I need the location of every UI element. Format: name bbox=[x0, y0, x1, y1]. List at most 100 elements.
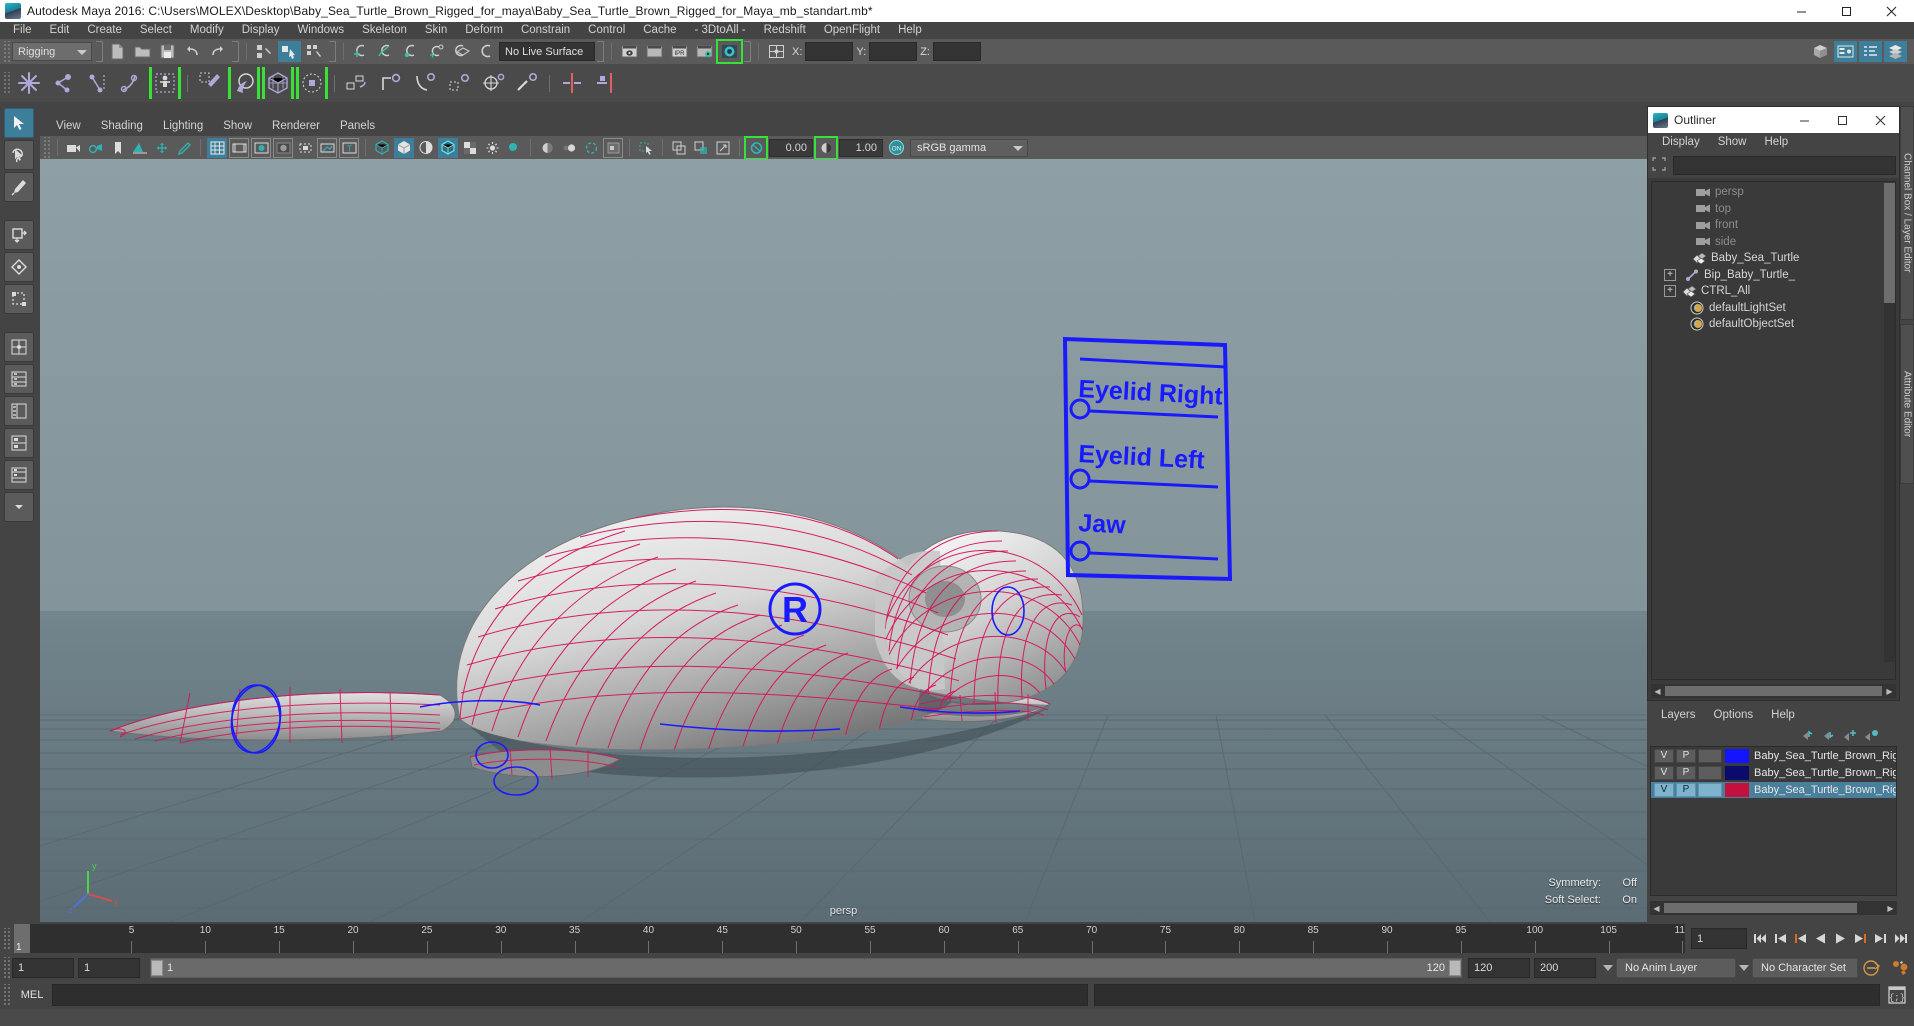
menu-file[interactable]: File bbox=[4, 22, 41, 39]
show-hide-modeling-toolkit-icon[interactable] bbox=[1809, 41, 1832, 62]
outliner-menu-help[interactable]: Help bbox=[1756, 133, 1798, 152]
outliner-item-bip-baby-turtle[interactable]: + Bip_Baby_Turtle_ bbox=[1652, 267, 1895, 284]
screen-space-ao-icon[interactable] bbox=[537, 138, 557, 158]
open-scene-icon[interactable] bbox=[131, 41, 154, 62]
layer-row[interactable]: V P Baby_Sea_Turtle_Brown_Rigge bbox=[1651, 782, 1896, 798]
exposure-reset-icon[interactable] bbox=[744, 135, 768, 160]
select-by-hierarchy-icon[interactable] bbox=[253, 41, 276, 62]
menu-set-selector[interactable]: Rigging bbox=[12, 42, 92, 61]
point-constraint-icon[interactable] bbox=[375, 67, 407, 99]
outliner-item-side[interactable]: side bbox=[1652, 234, 1895, 251]
x-coord-field[interactable] bbox=[805, 42, 854, 61]
wireframe-shading-icon[interactable] bbox=[372, 138, 392, 158]
select-camera-icon[interactable] bbox=[64, 138, 84, 158]
layer-row[interactable]: V P Baby_Sea_Turtle_Brown_Rigge bbox=[1651, 765, 1896, 781]
outliner-close-button[interactable] bbox=[1861, 107, 1899, 133]
script-editor-icon[interactable]: {;} bbox=[1884, 983, 1910, 1007]
menu-skin[interactable]: Skin bbox=[416, 22, 456, 39]
save-scene-icon[interactable] bbox=[156, 41, 179, 62]
wireframe-on-shaded-icon[interactable] bbox=[438, 137, 458, 158]
step-back-frame-icon[interactable] bbox=[1791, 928, 1810, 949]
scroll-right-icon[interactable]: ▶ bbox=[1884, 901, 1897, 915]
move-tool-button[interactable] bbox=[4, 220, 34, 250]
outliner-item-baby-sea-turtle[interactable]: Baby_Sea_Turtle bbox=[1652, 250, 1895, 267]
outliner-minimize-button[interactable] bbox=[1785, 107, 1823, 133]
smooth-bind-icon[interactable] bbox=[262, 67, 294, 99]
motion-blur-icon[interactable] bbox=[559, 138, 579, 158]
range-slider-right-handle[interactable] bbox=[1449, 960, 1461, 976]
go-to-start-icon[interactable] bbox=[1751, 928, 1770, 949]
character-set-dropdown-icon[interactable] bbox=[1736, 958, 1752, 978]
viewport-menu-lighting[interactable]: Lighting bbox=[153, 116, 213, 136]
render-settings-icon[interactable] bbox=[693, 41, 716, 62]
maximize-button[interactable] bbox=[1824, 0, 1869, 22]
close-button[interactable] bbox=[1869, 0, 1914, 22]
animation-end-field[interactable]: 200 bbox=[1534, 958, 1596, 978]
paint-skin-weights-icon[interactable] bbox=[194, 67, 226, 99]
xray-icon[interactable] bbox=[295, 138, 315, 158]
menu-modify[interactable]: Modify bbox=[181, 22, 233, 39]
playback-end-field[interactable]: 120 bbox=[1468, 958, 1530, 978]
show-hide-attribute-editor-icon[interactable] bbox=[1834, 41, 1857, 62]
live-surface-field[interactable]: No Live Surface bbox=[499, 42, 595, 61]
menu-3dtoall[interactable]: - 3DtoAll - bbox=[686, 22, 755, 39]
color-profile-select[interactable]: sRGB gamma bbox=[910, 138, 1028, 157]
viewport-menu-panels[interactable]: Panels bbox=[330, 116, 385, 136]
layout-outliner-persp-button[interactable] bbox=[4, 396, 34, 426]
menu-cache[interactable]: Cache bbox=[634, 22, 685, 39]
outliner-horizontal-scrollbar[interactable]: ◀ ▶ bbox=[1651, 684, 1896, 698]
snap-to-projected-center-icon[interactable] bbox=[425, 41, 448, 62]
layer-color-swatch[interactable] bbox=[1725, 749, 1749, 763]
two-d-pan-zoom-icon[interactable] bbox=[152, 138, 172, 158]
menu-skeleton[interactable]: Skeleton bbox=[353, 22, 416, 39]
viewport-menu-show[interactable]: Show bbox=[213, 116, 262, 136]
grease-pencil-icon[interactable] bbox=[174, 138, 194, 158]
text-overlay-icon[interactable]: T bbox=[339, 137, 359, 158]
outliner-item-default-object-set[interactable]: defaultObjectSet bbox=[1652, 316, 1895, 333]
outliner-item-persp[interactable]: persp bbox=[1652, 184, 1895, 201]
play-backwards-icon[interactable] bbox=[1811, 928, 1830, 949]
outliner-menu-display[interactable]: Display bbox=[1653, 133, 1709, 152]
gamma-reset-icon[interactable] bbox=[814, 135, 838, 160]
redo-previous-render-icon[interactable] bbox=[643, 41, 666, 62]
smooth-shade-selected-icon[interactable] bbox=[416, 138, 436, 158]
anim-layer-dropdown-icon[interactable] bbox=[1600, 958, 1616, 978]
layout-hypershade-persp-button[interactable] bbox=[4, 460, 34, 490]
layout-persp-graph-button[interactable] bbox=[4, 428, 34, 458]
shadows-icon[interactable] bbox=[504, 138, 524, 158]
viewport-display-settings-icon[interactable] bbox=[603, 137, 623, 158]
menu-deform[interactable]: Deform bbox=[456, 22, 512, 39]
scale-constraint-icon[interactable] bbox=[443, 67, 475, 99]
menu-edit[interactable]: Edit bbox=[41, 22, 79, 39]
input-output-connections-icon[interactable] bbox=[765, 41, 788, 62]
viewport-menu-view[interactable]: View bbox=[46, 116, 91, 136]
color-management-toggle-icon[interactable]: ON bbox=[886, 138, 906, 158]
outliner-item-default-light-set[interactable]: defaultLightSet bbox=[1652, 300, 1895, 317]
scroll-left-icon[interactable]: ◀ bbox=[1651, 684, 1664, 698]
viewport-menu-renderer[interactable]: Renderer bbox=[262, 116, 330, 136]
viewport-expand-icon[interactable] bbox=[713, 138, 733, 158]
layout-single-perspective-button[interactable] bbox=[4, 332, 34, 362]
z-coord-field[interactable] bbox=[932, 42, 981, 61]
menu-windows[interactable]: Windows bbox=[288, 22, 353, 39]
grid-toggle-icon[interactable] bbox=[207, 137, 227, 158]
outliner-search-input[interactable] bbox=[1673, 155, 1896, 175]
go-to-end-icon[interactable] bbox=[1891, 928, 1910, 949]
quick-rig-icon[interactable] bbox=[149, 67, 181, 99]
move-layer-down-icon[interactable] bbox=[1821, 727, 1838, 743]
scroll-right-icon[interactable]: ▶ bbox=[1883, 684, 1896, 698]
menu-control[interactable]: Control bbox=[579, 22, 634, 39]
timeline-ruler[interactable]: 1 5 10 15 20 25 30 35 40 45 50 55 60 65 … bbox=[14, 924, 1685, 953]
scroll-left-icon[interactable]: ◀ bbox=[1650, 901, 1663, 915]
pole-vector-constraint-icon[interactable] bbox=[511, 67, 543, 99]
auto-keyframe-icon[interactable] bbox=[1859, 958, 1885, 979]
step-forward-key-icon[interactable] bbox=[1871, 928, 1890, 949]
exposure-field[interactable]: 0.00 bbox=[769, 138, 813, 157]
move-layer-up-icon[interactable] bbox=[1800, 727, 1817, 743]
menu-select[interactable]: Select bbox=[131, 22, 181, 39]
select-set-icon[interactable] bbox=[1651, 156, 1669, 174]
layer-playback-toggle[interactable]: P bbox=[1676, 766, 1696, 780]
play-forwards-icon[interactable] bbox=[1831, 928, 1850, 949]
xray-active-components-icon[interactable] bbox=[691, 138, 711, 158]
layer-row[interactable]: V P Baby_Sea_Turtle_Brown_Rigge bbox=[1651, 748, 1896, 764]
